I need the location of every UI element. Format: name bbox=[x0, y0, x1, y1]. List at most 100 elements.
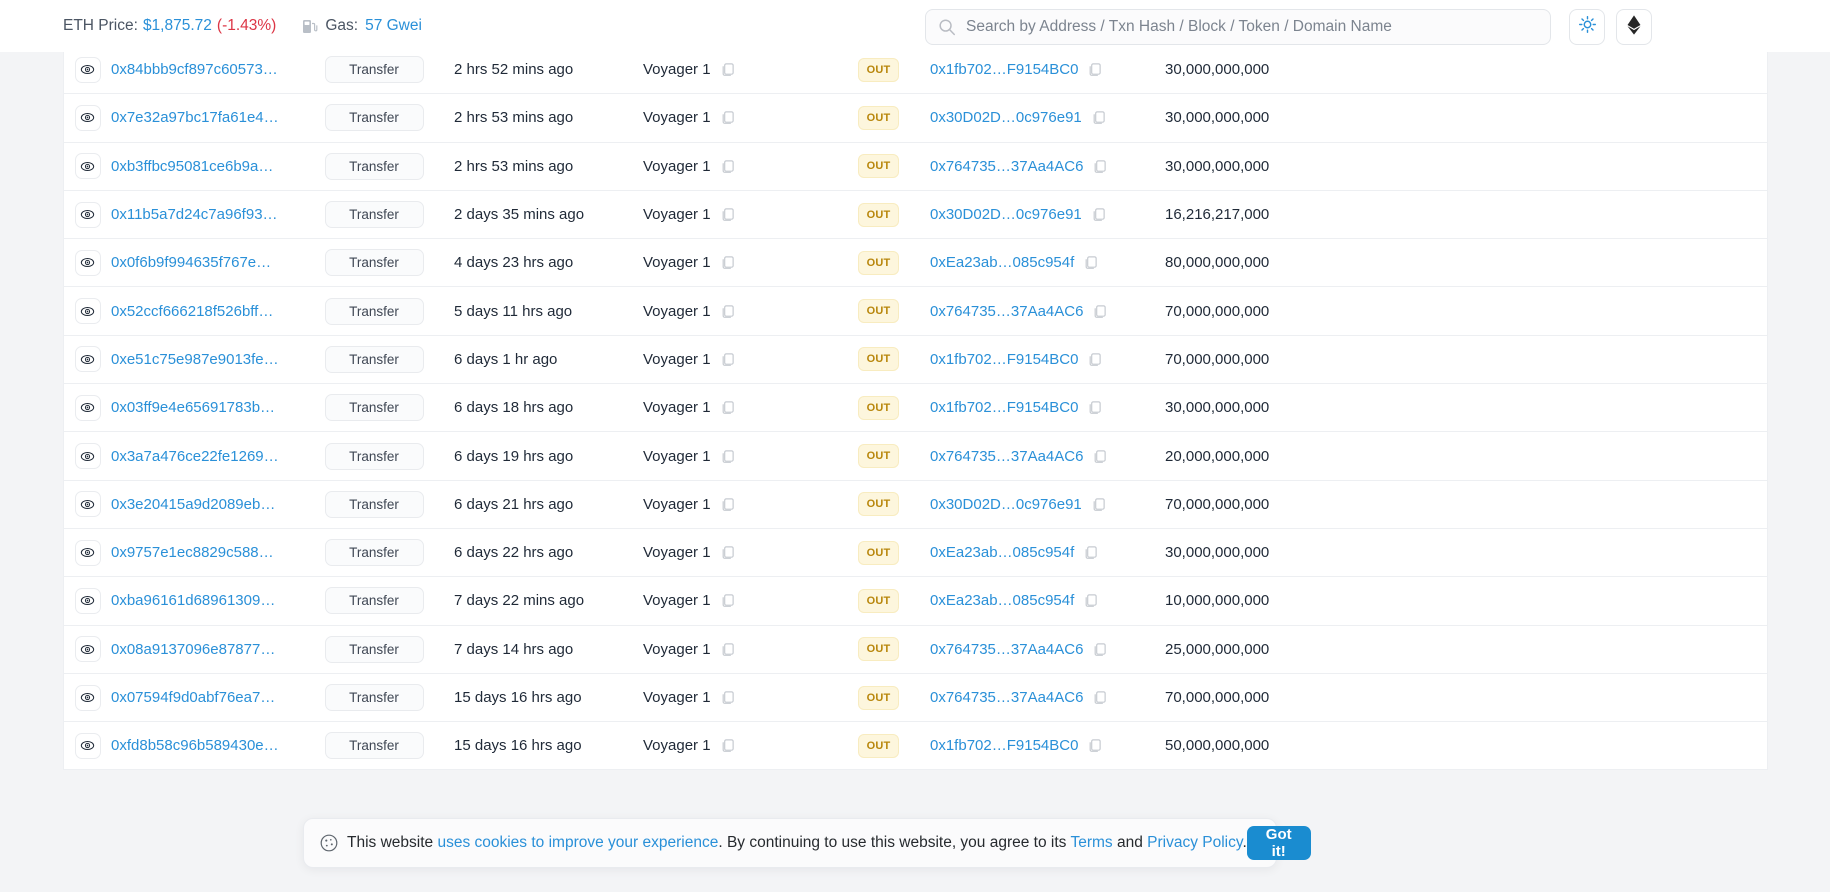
txn-hash-link[interactable]: 0x3e20415a9d2089eb… bbox=[111, 496, 275, 513]
copy-icon[interactable] bbox=[720, 110, 735, 125]
to-address-link[interactable]: 0x1fb702…F9154BC0 bbox=[930, 61, 1078, 78]
eye-icon[interactable] bbox=[74, 201, 101, 228]
txn-hash-link[interactable]: 0xe51c75e987e9013fe… bbox=[111, 351, 279, 368]
to-address-link[interactable]: 0x1fb702…F9154BC0 bbox=[930, 399, 1078, 416]
privacy-policy-link[interactable]: Privacy Policy bbox=[1147, 834, 1242, 851]
eye-icon[interactable] bbox=[74, 684, 101, 711]
gas-value[interactable]: 57 Gwei bbox=[365, 17, 422, 35]
method-badge[interactable]: Transfer bbox=[324, 490, 424, 518]
txn-hash-link[interactable]: 0xba96161d68961309… bbox=[111, 592, 275, 609]
eye-icon[interactable] bbox=[74, 249, 101, 276]
txn-hash-link[interactable]: 0x52ccf666218f526bff… bbox=[111, 303, 273, 320]
to-address-link[interactable]: 0xEa23ab…085c954f bbox=[930, 592, 1074, 609]
copy-icon[interactable] bbox=[1092, 449, 1107, 464]
txn-hash-link[interactable]: 0xb3ffbc95081ce6b9a… bbox=[111, 158, 273, 175]
theme-toggle-button[interactable] bbox=[1569, 9, 1605, 45]
copy-icon[interactable] bbox=[1091, 497, 1106, 512]
to-address-link[interactable]: 0x30D02D…0c976e91 bbox=[930, 109, 1082, 126]
txn-hash-link[interactable]: 0x11b5a7d24c7a96f93… bbox=[111, 206, 278, 223]
cookie-policy-link[interactable]: uses cookies to improve your experience bbox=[437, 834, 718, 851]
txn-hash-link[interactable]: 0x07594f9d0abf76ea7… bbox=[111, 689, 275, 706]
copy-icon[interactable] bbox=[1091, 207, 1106, 222]
copy-icon[interactable] bbox=[1092, 304, 1107, 319]
search-input[interactable] bbox=[966, 18, 1538, 36]
txn-hash-link[interactable]: 0x7e32a97bc17fa61e4… bbox=[111, 109, 279, 126]
copy-icon[interactable] bbox=[1087, 400, 1102, 415]
eye-icon[interactable] bbox=[74, 491, 101, 518]
method-badge[interactable]: Transfer bbox=[324, 201, 424, 229]
to-address-link[interactable]: 0x764735…37Aa4AC6 bbox=[930, 158, 1083, 175]
method-badge[interactable]: Transfer bbox=[324, 732, 424, 760]
eye-icon[interactable] bbox=[74, 346, 101, 373]
method-badge[interactable]: Transfer bbox=[324, 539, 424, 567]
to-address-link[interactable]: 0x764735…37Aa4AC6 bbox=[930, 448, 1083, 465]
copy-icon[interactable] bbox=[720, 642, 735, 657]
search-bar[interactable] bbox=[925, 9, 1551, 45]
gas-tracker[interactable]: Gas: 57 Gwei bbox=[302, 17, 422, 35]
txn-hash-link[interactable]: 0x03ff9e4e65691783b… bbox=[111, 399, 275, 416]
method-badge[interactable]: Transfer bbox=[324, 152, 424, 180]
copy-icon[interactable] bbox=[720, 207, 735, 222]
method-badge[interactable]: Transfer bbox=[324, 587, 424, 615]
to-address-link[interactable]: 0x1fb702…F9154BC0 bbox=[930, 351, 1078, 368]
to-address-link[interactable]: 0xEa23ab…085c954f bbox=[930, 254, 1074, 271]
eye-icon[interactable] bbox=[74, 636, 101, 663]
terms-link[interactable]: Terms bbox=[1070, 834, 1112, 851]
copy-icon[interactable] bbox=[1091, 110, 1106, 125]
to-address-link[interactable]: 0x1fb702…F9154BC0 bbox=[930, 737, 1078, 754]
copy-icon[interactable] bbox=[1087, 62, 1102, 77]
method-badge[interactable]: Transfer bbox=[324, 56, 424, 84]
to-address-link[interactable]: 0x30D02D…0c976e91 bbox=[930, 206, 1082, 223]
txn-hash-link[interactable]: 0x08a9137096e87877… bbox=[111, 641, 275, 658]
method-badge[interactable]: Transfer bbox=[324, 249, 424, 277]
txn-hash-link[interactable]: 0x9757e1ec8829c588… bbox=[111, 544, 274, 561]
to-address-link[interactable]: 0xEa23ab…085c954f bbox=[930, 544, 1074, 561]
eye-icon[interactable] bbox=[74, 443, 101, 470]
eye-icon[interactable] bbox=[74, 56, 101, 83]
to-address-link[interactable]: 0x764735…37Aa4AC6 bbox=[930, 641, 1083, 658]
to-address-link[interactable]: 0x30D02D…0c976e91 bbox=[930, 496, 1082, 513]
eye-icon[interactable] bbox=[74, 394, 101, 421]
copy-icon[interactable] bbox=[1092, 642, 1107, 657]
copy-icon[interactable] bbox=[720, 738, 735, 753]
copy-icon[interactable] bbox=[720, 545, 735, 560]
chain-selector-button[interactable] bbox=[1616, 9, 1652, 45]
copy-icon[interactable] bbox=[720, 690, 735, 705]
method-badge[interactable]: Transfer bbox=[324, 394, 424, 422]
eye-icon[interactable] bbox=[74, 104, 101, 131]
txn-hash-link[interactable]: 0x0f6b9f994635f767e… bbox=[111, 254, 271, 271]
eye-icon[interactable] bbox=[74, 539, 101, 566]
copy-icon[interactable] bbox=[720, 593, 735, 608]
txn-hash-link[interactable]: 0x3a7a476ce22fe1269… bbox=[111, 448, 279, 465]
copy-icon[interactable] bbox=[720, 255, 735, 270]
eye-icon[interactable] bbox=[74, 732, 101, 759]
method-badge[interactable]: Transfer bbox=[324, 442, 424, 470]
method-badge[interactable]: Transfer bbox=[324, 345, 424, 373]
to-address-link[interactable]: 0x764735…37Aa4AC6 bbox=[930, 689, 1083, 706]
copy-icon[interactable] bbox=[1083, 255, 1098, 270]
to-address-link[interactable]: 0x764735…37Aa4AC6 bbox=[930, 303, 1083, 320]
copy-icon[interactable] bbox=[1092, 690, 1107, 705]
copy-icon[interactable] bbox=[720, 159, 735, 174]
method-badge[interactable]: Transfer bbox=[324, 104, 424, 132]
copy-icon[interactable] bbox=[720, 400, 735, 415]
copy-icon[interactable] bbox=[1087, 738, 1102, 753]
copy-icon[interactable] bbox=[720, 304, 735, 319]
method-badge[interactable]: Transfer bbox=[324, 297, 424, 325]
accept-cookies-button[interactable]: Got it! bbox=[1246, 826, 1311, 860]
eye-icon[interactable] bbox=[74, 153, 101, 180]
txn-hash-link[interactable]: 0xfd8b58c96b589430e… bbox=[111, 737, 279, 754]
copy-icon[interactable] bbox=[720, 449, 735, 464]
eye-icon[interactable] bbox=[74, 298, 101, 325]
copy-icon[interactable] bbox=[1092, 159, 1107, 174]
copy-icon[interactable] bbox=[1087, 352, 1102, 367]
method-badge[interactable]: Transfer bbox=[324, 684, 424, 711]
copy-icon[interactable] bbox=[720, 352, 735, 367]
eth-price-value[interactable]: $1,875.72 bbox=[143, 17, 212, 35]
method-badge[interactable]: Transfer bbox=[324, 635, 424, 663]
eye-icon[interactable] bbox=[74, 587, 101, 614]
txn-hash-link[interactable]: 0x84bbb9cf897c60573… bbox=[111, 61, 278, 78]
copy-icon[interactable] bbox=[1083, 545, 1098, 560]
copy-icon[interactable] bbox=[1083, 593, 1098, 608]
copy-icon[interactable] bbox=[720, 497, 735, 512]
